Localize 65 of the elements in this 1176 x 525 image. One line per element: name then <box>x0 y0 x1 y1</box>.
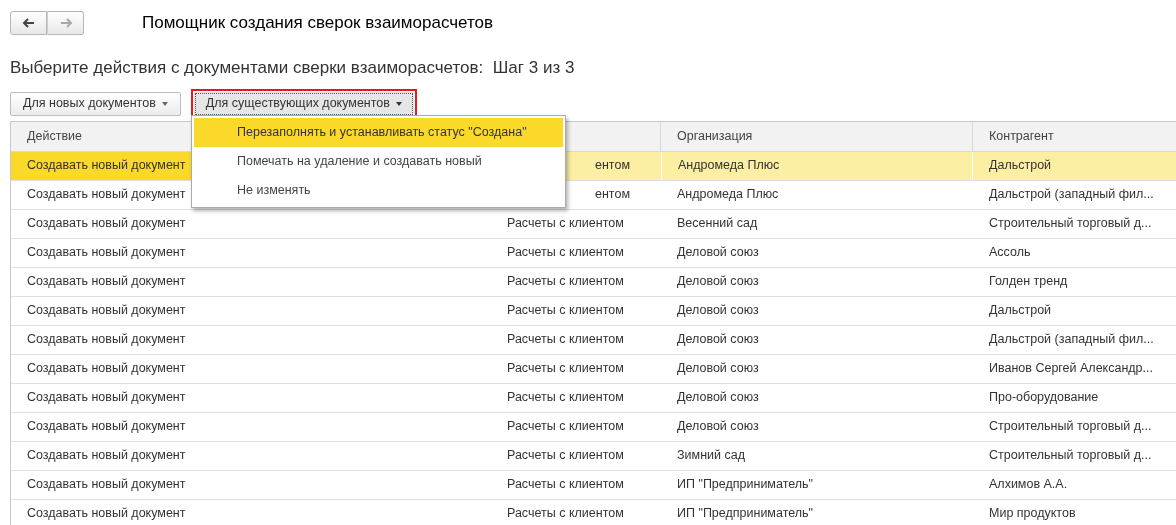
table-cell-text: Иванов Сергей Александр... <box>989 360 1153 378</box>
table-cell-text: Создавать новый документ <box>27 331 186 349</box>
dropdown-button[interactable]: Для новых документов <box>10 91 181 116</box>
dropdown-button[interactable]: Для существующих документов <box>193 91 414 116</box>
table-cell-text: Деловой союз <box>677 331 759 349</box>
caret-icon <box>395 101 402 106</box>
table-cell-text: Расчеты с клиентом <box>507 215 624 233</box>
column-header[interactable]: Контрагент <box>989 126 1054 146</box>
back-button[interactable] <box>10 11 47 35</box>
column-header[interactable]: Организация <box>677 126 753 146</box>
table-cell-text: Зимний сад <box>677 447 745 465</box>
table-cell-text: Андромеда Плюс <box>677 186 779 204</box>
column-header[interactable]: Действие <box>27 126 82 146</box>
table-cell-text: Деловой союз <box>677 389 759 407</box>
table-cell-text: Строительный торговый д... <box>989 447 1152 465</box>
table-cell-text: Дальстрой (западный фил... <box>989 186 1154 204</box>
right-arrow-icon <box>58 17 73 29</box>
table-cell-text: Создавать новый документ <box>27 389 186 407</box>
table-cell-text: Создавать новый документ <box>27 244 186 262</box>
table-cell-text: Расчеты с клиентом <box>507 273 624 291</box>
table-cell-text: Андромеда Плюс <box>678 157 780 175</box>
table-cell-text: ИП "Предприниматель" <box>677 476 813 494</box>
table-cell-text: Создавать новый документ <box>27 418 186 436</box>
table-cell-text: ентом <box>595 186 630 204</box>
table-cell-text: Дальстрой (западный фил... <box>989 331 1154 349</box>
table-cell-text: Строительный торговый д... <box>989 215 1152 233</box>
table-cell-text: Расчеты с клиентом <box>507 476 624 494</box>
table-cell-text: Деловой союз <box>677 418 759 436</box>
table-cell-text: Голден тренд <box>989 273 1068 291</box>
table-cell-text: Создавать новый документ <box>27 476 186 494</box>
table-cell-text: Расчеты с клиентом <box>507 331 624 349</box>
table-cell-text: ИП "Предприниматель" <box>677 505 813 523</box>
table-cell-text: Дальстрой <box>989 157 1052 175</box>
table-cell-text: Деловой союз <box>677 360 759 378</box>
table-cell-text: Строительный торговый д... <box>989 418 1152 436</box>
table-cell-text: Расчеты с клиентом <box>507 447 624 465</box>
table-cell-text: ентом <box>595 157 630 175</box>
table-cell-text: Расчеты с клиентом <box>507 244 624 262</box>
table-cell-text: Мир продуктов <box>989 505 1076 523</box>
table-cell-text: Создавать новый документ <box>27 505 186 523</box>
table-cell-text: Дальстрой <box>989 302 1052 320</box>
table-cell-text: Создавать новый документ <box>27 157 186 175</box>
table-cell-text: Весенний сад <box>677 215 758 233</box>
table-cell-text: Создавать новый документ <box>27 447 186 465</box>
table-cell-text: Ассоль <box>989 244 1031 262</box>
table-cell-text: Создавать новый документ <box>27 215 186 233</box>
table-cell-text: Расчеты с клиентом <box>507 360 624 378</box>
table-cell-text: Создавать новый документ <box>27 302 186 320</box>
table-cell-text: Деловой союз <box>677 302 759 320</box>
menu-item[interactable]: Перезаполнять и устанавливать статус "Создана" <box>194 118 563 147</box>
table-cell-text: Деловой союз <box>677 273 759 291</box>
step-heading: Выберите действия с документами сверки взаиморасчетов: Шаг 3 из 3 <box>9 57 576 79</box>
table-cell-text: Создавать новый документ <box>27 273 186 291</box>
table-cell-text: Про-оборудование <box>989 389 1099 407</box>
caret-icon <box>161 101 168 106</box>
table-cell-text: Расчеты с клиентом <box>507 389 624 407</box>
table-cell-text: Создавать новый документ <box>27 360 186 378</box>
table-cell-text: Алхимов А.А. <box>989 476 1068 494</box>
table-cell-text: Расчеты с клиентом <box>507 418 624 436</box>
table-cell-text: Создавать новый документ <box>27 186 186 204</box>
table-cell-text: Деловой союз <box>677 244 759 262</box>
left-arrow-icon <box>21 17 36 29</box>
window-title: Помощник создания сверок взаиморасчетов <box>142 12 494 35</box>
table-cell-text: Расчеты с клиентом <box>507 505 624 523</box>
table-cell-text: Расчеты с клиентом <box>507 302 624 320</box>
